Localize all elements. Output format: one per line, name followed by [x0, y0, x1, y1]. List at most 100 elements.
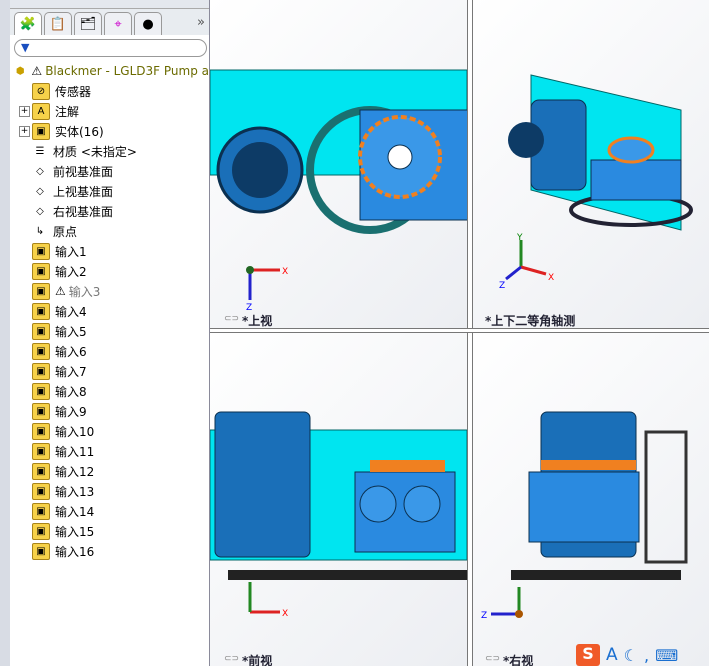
origin-icon: ↳	[35, 225, 45, 237]
tree-item-label: 输入13	[55, 484, 95, 499]
ime-mode-icon[interactable]: A	[606, 645, 618, 665]
view-label-top: *上视	[242, 314, 273, 328]
tree-item[interactable]: ▣ 输入13	[10, 481, 209, 501]
triad-iso: Y X Z	[499, 233, 554, 291]
plane-icon: ◇	[36, 165, 44, 177]
keyboard-icon[interactable]: ⌨	[655, 646, 678, 665]
tree-item-label: 原点	[53, 224, 78, 239]
tree-item[interactable]: ▣ 输入12	[10, 461, 209, 481]
import-icon: ▣	[32, 542, 50, 560]
tab-feature-manager[interactable]: 🧩	[14, 12, 42, 35]
import-icon: ▣	[32, 462, 50, 480]
link-view-icon[interactable]: ⊂⊃	[485, 654, 500, 664]
feature-manager-panel: 🧩 📋 🗂 ⌖ ● » ▼ ⬢ ⚠ Blackmer - LGLD3F Pump…	[10, 0, 210, 666]
tree-item-label: 输入9	[55, 404, 87, 419]
tree-item[interactable]: ▣ 输入7	[10, 361, 209, 381]
tree-item-label: 输入10	[55, 424, 95, 439]
tree-item-label: 材质 <未指定>	[53, 144, 137, 159]
tree-item[interactable]: ▣ 输入11	[10, 441, 209, 461]
tree-item-label: 传感器	[55, 84, 92, 99]
tree-item[interactable]: ▣ 输入9	[10, 401, 209, 421]
viewport-splitter-vertical[interactable]	[467, 0, 473, 666]
import-icon: ▣	[32, 502, 50, 520]
tree-item[interactable]: ▣ 输入5	[10, 321, 209, 341]
tree-item-label: 输入16	[55, 544, 95, 559]
tree-item-label: 输入5	[55, 324, 87, 339]
tab-display-manager[interactable]: ●	[134, 12, 162, 35]
tree-item-label: 输入2	[55, 264, 87, 279]
bodies-icon: ▣	[32, 122, 50, 140]
viewport-front[interactable]: X ⊂⊃ *前视	[210, 332, 467, 666]
tab-dimxpert-manager[interactable]: ⌖	[104, 12, 132, 35]
triad-right: Z	[481, 587, 523, 621]
viewport-right[interactable]: Z ⊂⊃ *右视	[471, 332, 709, 666]
tree-item-label: 输入1	[55, 244, 87, 259]
import-icon: ▣	[32, 442, 50, 460]
viewport-splitter-horizontal[interactable]	[210, 328, 709, 333]
triad-top: XZ	[246, 266, 288, 312]
svg-text:Z: Z	[246, 303, 252, 312]
more-tabs-button[interactable]: »	[197, 15, 205, 30]
tree-item[interactable]: ▣ 输入6	[10, 341, 209, 361]
import-icon: ▣	[32, 262, 50, 280]
import-icon: ▣	[32, 482, 50, 500]
link-view-icon[interactable]: ⊂⊃	[224, 314, 239, 324]
tree-item[interactable]: ↳ 原点	[10, 221, 209, 241]
triad-front: X	[248, 582, 288, 619]
tree-item-label: 注解	[55, 104, 80, 119]
tree-item[interactable]: ▣ 输入10	[10, 421, 209, 441]
tree-item[interactable]: ▣ 输入14	[10, 501, 209, 521]
annotations-icon: A	[32, 102, 50, 120]
import-icon: ▣	[32, 322, 50, 340]
import-icon: ▣	[32, 302, 50, 320]
tree-item[interactable]: ◇ 右视基准面	[10, 201, 209, 221]
tree-item-label: 前视基准面	[53, 164, 114, 179]
filter-input[interactable]: ▼	[14, 39, 207, 57]
panel-top-bar	[10, 0, 209, 9]
ime-toolbar: S A ☾ , ⌨	[576, 644, 709, 666]
graphics-area[interactable]: ⊂⊃ *上视 XZ YXZ *上下二等角轴测 X ⊂⊃ *前视 Z ⊂⊃ *右视	[210, 0, 709, 666]
tree-item[interactable]: ▣ ⚠ 输入3	[10, 281, 209, 301]
view-label-iso: *上下二等角轴测	[485, 314, 576, 328]
tree-item[interactable]: ▣ 输入2	[10, 261, 209, 281]
tree-item-label: 实体(16)	[55, 124, 104, 139]
warning-icon: ⚠	[55, 284, 66, 298]
sensor-icon: ⊘	[32, 82, 50, 100]
tree-item-label: 输入3	[68, 284, 101, 299]
svg-text:Z: Z	[481, 611, 487, 621]
tab-configuration-manager[interactable]: 🗂	[74, 12, 102, 35]
manager-tabs: 🧩 📋 🗂 ⌖ ● »	[10, 9, 209, 35]
tree-item[interactable]: ◇ 前视基准面	[10, 161, 209, 181]
viewport-isometric[interactable]: Y X Z *上下二等角轴测	[471, 0, 709, 328]
tree-item[interactable]: ▣ 输入8	[10, 381, 209, 401]
import-icon: ▣	[32, 342, 50, 360]
tab-property-manager[interactable]: 📋	[44, 12, 72, 35]
tree-item[interactable]: ⊘ 传感器	[10, 81, 209, 101]
tree-item-label: 输入7	[55, 364, 87, 379]
tree-item[interactable]: + ▣ 实体(16)	[10, 121, 209, 141]
viewport-top[interactable]: ⊂⊃ *上视 XZ	[210, 0, 467, 328]
moon-icon[interactable]: ☾	[624, 646, 638, 665]
import-icon: ▣	[32, 362, 50, 380]
link-view-icon[interactable]: ⊂⊃	[224, 654, 239, 664]
warning-icon: ⚠	[31, 64, 43, 78]
feature-tree: ⬢ ⚠ Blackmer - LGLD3F Pump a ⊘ 传感器 + A 注解 + ▣ 实…	[10, 61, 209, 561]
tree-item[interactable]: + A 注解	[10, 101, 209, 121]
expand-icon[interactable]: +	[19, 105, 30, 117]
tree-item[interactable]: ▣ 输入16	[10, 541, 209, 561]
tree-item[interactable]: ☰ 材质 <未指定>	[10, 141, 209, 161]
expand-icon[interactable]: +	[19, 125, 30, 137]
tree-item[interactable]: ▣ 输入15	[10, 521, 209, 541]
plane-icon: ◇	[36, 205, 44, 217]
import-icon: ▣	[32, 522, 50, 540]
punctuation-icon[interactable]: ,	[644, 646, 649, 665]
tree-item[interactable]: ▣ 输入4	[10, 301, 209, 321]
tree-item[interactable]: ◇ 上视基准面	[10, 181, 209, 201]
sogou-ime-icon[interactable]: S	[576, 644, 600, 666]
tree-root[interactable]: ⬢ ⚠ Blackmer - LGLD3F Pump a	[10, 61, 209, 81]
plane-icon: ◇	[36, 185, 44, 197]
svg-text:X: X	[282, 609, 288, 619]
tree-item-label: 输入15	[55, 524, 95, 539]
tree-item[interactable]: ▣ 输入1	[10, 241, 209, 261]
import-icon: ▣	[32, 282, 50, 300]
